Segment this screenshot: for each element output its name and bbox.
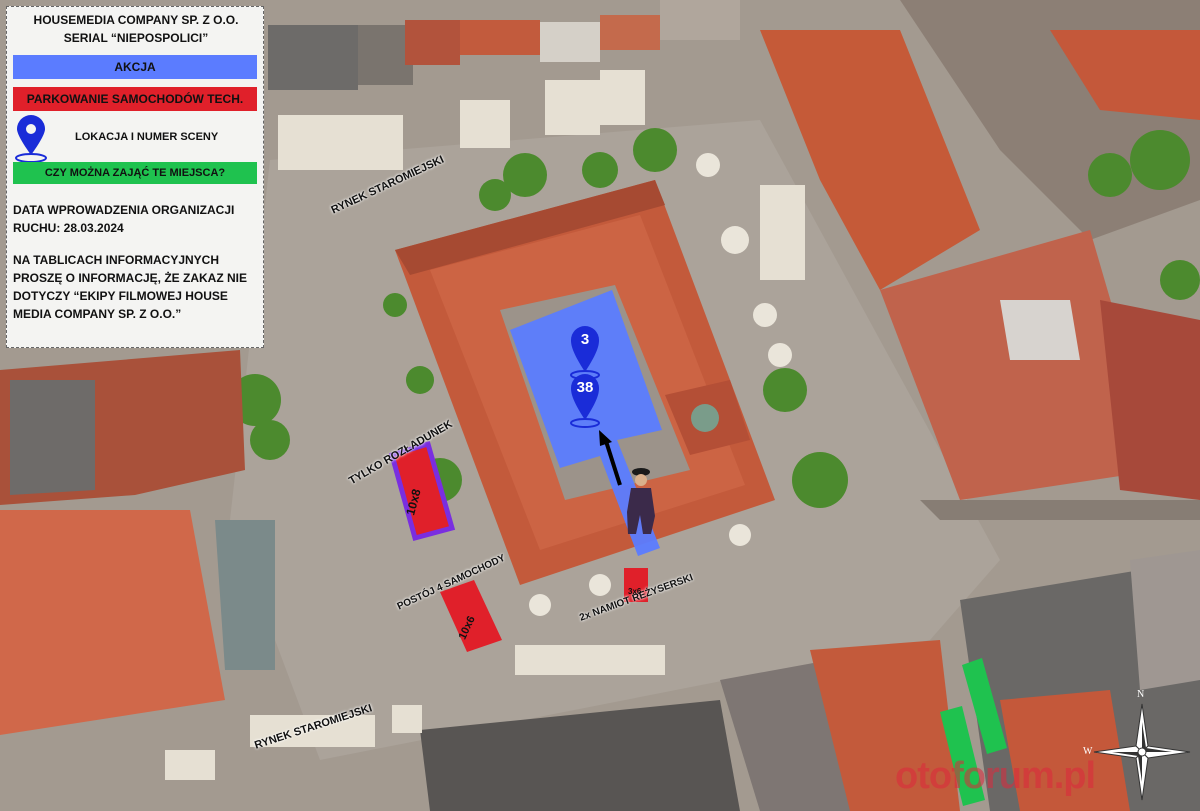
- legend-location: LOKACJA I NUMER SCENY: [75, 131, 219, 143]
- legend-akcja: AKCJA: [13, 55, 257, 79]
- company-title: HOUSEMEDIA COMPANY SP. Z O.O.: [33, 13, 239, 27]
- note-line-3: DOTYCZY “EKIPY FILMOWEJ HOUSE: [13, 289, 228, 303]
- scene-number-3: 3: [580, 331, 590, 348]
- note-line-2: PROSZĘ O INFORMACJĘ, ŻE ZAKAZ NIE: [13, 271, 248, 285]
- scene-number-38: 38: [576, 379, 594, 396]
- legend-question: CZY MOŻNA ZAJĄĆ TE MIEJSCA?: [13, 162, 257, 184]
- compass-north-label: N: [1137, 689, 1145, 700]
- note-line-4: MEDIA COMPANY SP. Z O.O.”: [13, 307, 182, 321]
- date-line-1: DATA WPROWADZENIA ORGANIZACJI: [13, 203, 235, 217]
- location-pin-icon: [15, 115, 47, 163]
- series-title: SERIAL “NIEPOSPOLICI”: [63, 31, 209, 45]
- date-line-2: RUCHU: 28.03.2024: [13, 221, 124, 235]
- note-line-1: NA TABLICACH INFORMACYJNYCH: [13, 253, 219, 267]
- watermark: otoforum.pl: [895, 755, 1096, 797]
- tent-size-label: 3x6: [628, 587, 642, 596]
- legend-panel: HOUSEMEDIA COMPANY SP. Z O.O. SERIAL “NI…: [6, 6, 264, 348]
- legend-parking: PARKOWANIE SAMOCHODÓW TECH.: [13, 87, 257, 111]
